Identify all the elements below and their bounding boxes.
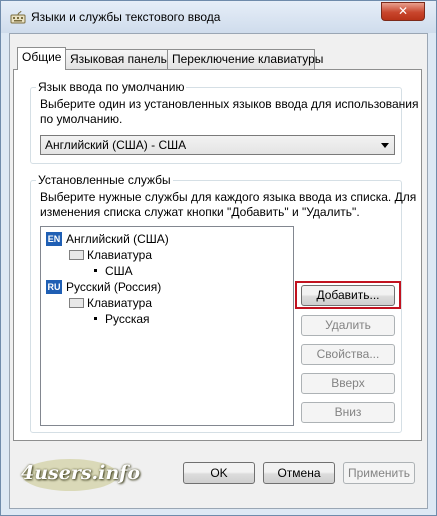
tree-item-russian[interactable]: Русский (Россия) [66, 280, 161, 294]
default-language-selected: Английский (США) - США [45, 138, 187, 152]
window-title: Языки и службы текстового ввода [31, 10, 221, 24]
move-up-button[interactable]: Вверх [301, 373, 395, 394]
installed-description-line2: изменения списка служат кнопки "Добавить… [40, 205, 360, 219]
tree-item-russian-layout[interactable]: Русская [105, 312, 150, 326]
installed-description-line1: Выберите нужные службы для каждого языка… [40, 190, 417, 204]
add-button[interactable]: Добавить... [301, 285, 395, 306]
default-input-description-line2: по умолчанию. [40, 112, 123, 126]
keyboard-icon [10, 10, 26, 24]
installed-services-tree[interactable]: EN Английский (США) Клавиатура США RU Ру… [40, 226, 294, 426]
chevron-down-icon [381, 143, 389, 148]
close-icon: ✕ [397, 4, 409, 18]
bullet-icon [94, 269, 97, 272]
watermark-text: 4users.info [21, 462, 141, 484]
tree-item-russian-keyboard[interactable]: Клавиатура [87, 296, 152, 310]
remove-button[interactable]: Удалить [301, 315, 395, 336]
move-down-button[interactable]: Вниз [301, 402, 395, 423]
ru-language-icon: RU [46, 280, 62, 294]
ok-button[interactable]: OK [183, 462, 255, 484]
title-bar[interactable]: Языки и службы текстового ввода ✕ [1, 1, 436, 33]
dialog-window: Языки и службы текстового ввода ✕ Общие … [0, 0, 437, 516]
default-input-group-title: Язык ввода по умолчанию [36, 80, 187, 94]
tab-keyboard-switch[interactable]: Переключение клавиатуры [167, 49, 323, 69]
keyboard-icon [69, 298, 84, 308]
apply-button[interactable]: Применить [343, 462, 415, 484]
tree-item-us-layout[interactable]: США [105, 264, 133, 278]
default-language-select[interactable]: Английский (США) - США [40, 135, 395, 155]
installed-services-group-title: Установленные службы [36, 173, 173, 187]
properties-button[interactable]: Свойства... [301, 344, 395, 365]
active-tab-joint [18, 68, 65, 70]
default-input-description-line1: Выберите один из установленных языков вв… [40, 97, 419, 111]
keyboard-icon [69, 250, 84, 260]
en-language-icon: EN [46, 232, 62, 246]
tree-item-english-keyboard[interactable]: Клавиатура [87, 248, 152, 262]
tab-language-bar[interactable]: Языковая панель [65, 49, 168, 69]
tab-general[interactable]: Общие [17, 47, 66, 70]
cancel-button[interactable]: Отмена [263, 462, 335, 484]
bullet-icon [94, 317, 97, 320]
tree-item-english[interactable]: Английский (США) [66, 232, 169, 246]
close-button[interactable]: ✕ [381, 2, 425, 21]
